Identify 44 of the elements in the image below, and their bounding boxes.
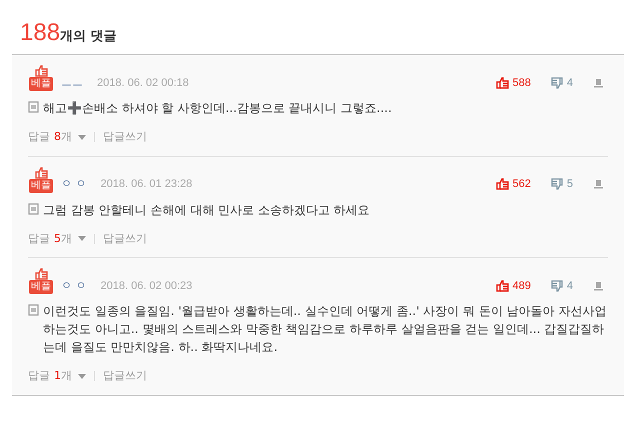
replies-toggle[interactable]: 답글 1개	[28, 368, 86, 384]
thumbs-down-icon	[550, 178, 563, 190]
dislike-count[interactable]: 5	[566, 176, 573, 192]
document-icon	[28, 101, 39, 113]
caret-icon	[78, 236, 86, 242]
document-icon	[28, 202, 39, 214]
like-count[interactable]: 489	[512, 278, 531, 294]
write-reply-link[interactable]: 답글쓰기	[103, 230, 147, 247]
comment-date: 2018. 06. 02 00:23	[100, 278, 192, 294]
thumbs-down-icon	[550, 280, 563, 292]
document-icon	[28, 304, 39, 316]
write-reply-link[interactable]: 답글쓰기	[103, 368, 147, 384]
report-icon[interactable]	[593, 280, 604, 291]
thumbs-up-icon	[496, 76, 509, 89]
dislike-count[interactable]: 4	[566, 74, 573, 91]
thumbs-up-icon	[496, 280, 509, 292]
write-reply-link[interactable]: 답글쓰기	[103, 129, 147, 146]
best-badge: 베플	[29, 77, 53, 91]
report-icon[interactable]	[593, 179, 604, 190]
comment-date: 2018. 06. 01 23:28	[100, 177, 192, 192]
author-name[interactable]: ㅇ ㅇ	[61, 278, 86, 294]
replies-toggle[interactable]: 답글 5개	[28, 230, 86, 247]
best-badge: 베플	[29, 178, 53, 192]
comment-text: 해고➕손배소 하셔야 할 사항인데...감봉으로 끝내시니 그렇죠....	[43, 100, 392, 117]
caret-icon	[78, 374, 86, 379]
comment-text: 그럼 감봉 안할테니 손해에 대해 민사로 소송하겠다고 하세요	[43, 202, 370, 218]
thumbs-up-icon	[34, 65, 48, 77]
comments-heading: 개의 댓글	[60, 28, 117, 46]
author-name[interactable]: ㅇ ㅇ	[61, 176, 86, 192]
like-count[interactable]: 588	[512, 74, 531, 91]
best-badge: 베플	[29, 280, 53, 294]
thumbs-down-icon	[550, 76, 563, 89]
caret-icon	[78, 134, 86, 140]
thumbs-up-icon	[34, 268, 48, 280]
thumbs-up-icon	[34, 166, 48, 178]
like-count[interactable]: 562	[512, 176, 531, 192]
report-icon[interactable]	[593, 78, 604, 88]
dislike-count[interactable]: 4	[566, 278, 573, 294]
replies-toggle[interactable]: 답글 8개	[28, 129, 86, 146]
thumbs-up-icon	[496, 178, 509, 190]
comment-text: 이런것도 일종의 을질임. '월급받아 생활하는데.. 실수인데 어떻게 좀..' 사장이 뭐 돈이 남아돌아 자선사업하는것도 아니고.. 몇배의 스트레스와 막중한 책임감으로 하루하루 살얼음판을 걷는 일인데... 갑질갑질하는데 을질도 만만치않음. 하.. 화딱지나네요.	[43, 303, 608, 356]
comment-count: 188	[20, 20, 60, 46]
author-name[interactable]: ㅡㅡ	[61, 74, 83, 91]
comment-date: 2018. 06. 02 00:18	[97, 76, 189, 90]
